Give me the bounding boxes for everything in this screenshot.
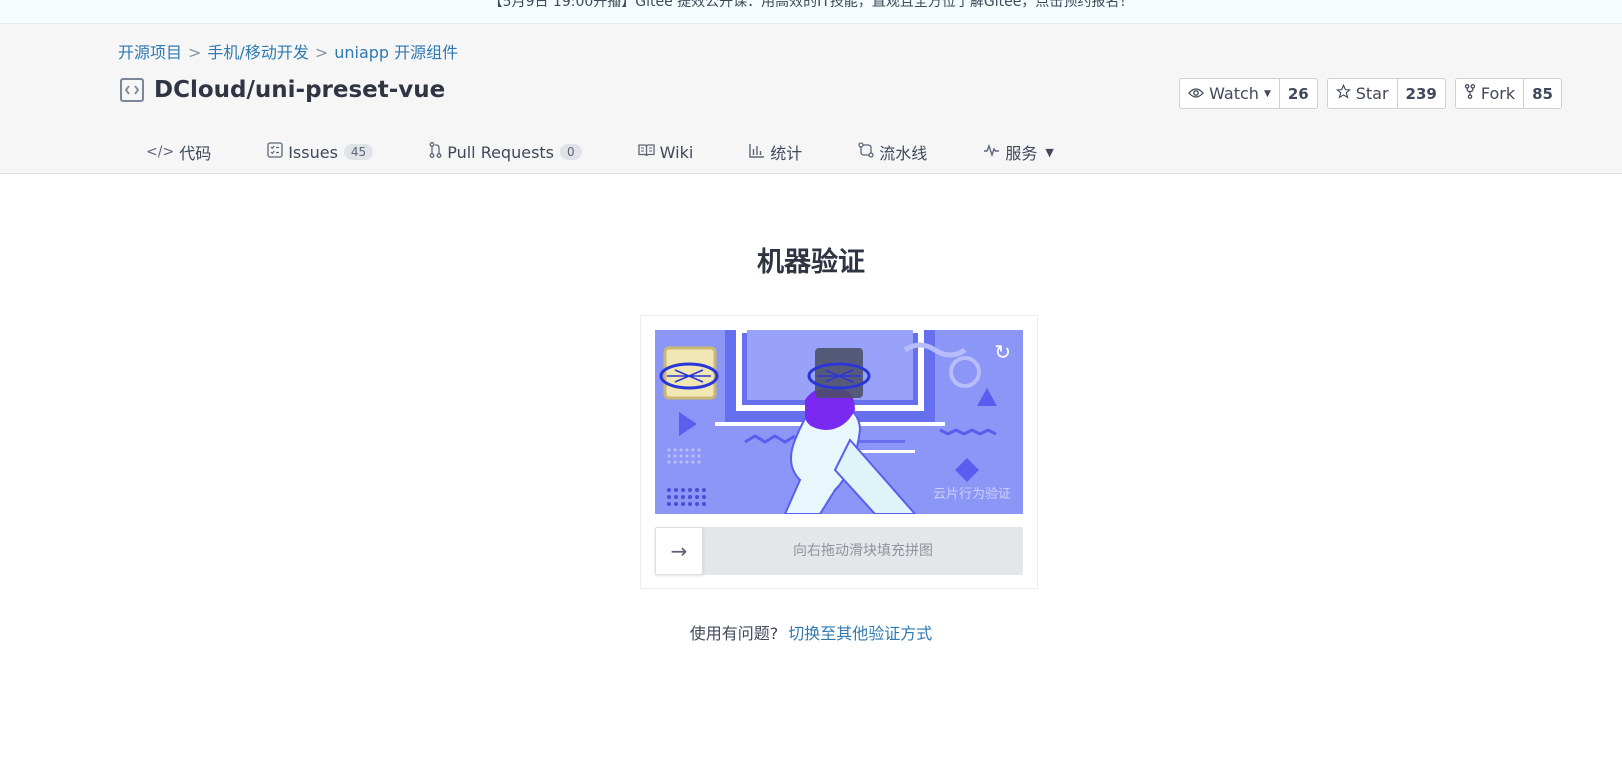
tab-services[interactable]: 服务 ▼ (983, 132, 1054, 172)
eye-icon (1188, 84, 1204, 103)
tab-services-label: 服务 (1005, 144, 1038, 163)
tab-stats[interactable]: 统计 (749, 132, 802, 172)
issues-icon (267, 142, 283, 162)
breadcrumb-separator: > (188, 43, 202, 62)
watch-count[interactable]: 26 (1278, 79, 1317, 108)
repo-name[interactable]: DCloud/uni-preset-vue (154, 77, 445, 103)
fork-button[interactable]: Fork (1456, 79, 1523, 108)
fork-icon (1464, 84, 1476, 103)
tab-pull-requests-label: Pull Requests (447, 142, 555, 162)
breadcrumb-uniapp-components[interactable]: uniapp 开源组件 (334, 43, 458, 62)
captcha-slider-handle[interactable]: → (655, 527, 703, 575)
repo-title: DCloud/uni-preset-vue (120, 77, 445, 103)
tab-wiki-label: Wiki (659, 142, 694, 162)
code-icon: </> (146, 144, 175, 160)
star-button[interactable]: Star (1328, 79, 1397, 108)
issues-count-badge: 45 (343, 144, 374, 160)
tab-pull-requests[interactable]: Pull Requests 0 (429, 132, 582, 172)
chevron-down-icon: ▼ (1263, 88, 1271, 99)
tab-stats-label: 统计 (770, 144, 803, 163)
captcha-watermark: 云片行为验证 (932, 487, 1011, 502)
captcha-slider-track[interactable]: 向右拖动滑块填充拼图 → (655, 527, 1023, 575)
tab-code[interactable]: </> 代码 (146, 132, 211, 172)
tab-code-label: 代码 (179, 144, 212, 163)
repo-tabs: </> 代码 Issues 45 Pull Requests 0 Wiki 统计… (146, 132, 1054, 172)
watch-button[interactable]: Watch ▼ (1180, 79, 1279, 108)
arrow-right-icon: → (670, 539, 688, 563)
slider-hint: 向右拖动滑块填充拼图 (793, 543, 933, 559)
star-button-group: Star 239 (1326, 78, 1446, 109)
tab-issues[interactable]: Issues 45 (267, 132, 374, 172)
pulse-icon (983, 143, 1000, 161)
repo-header: 开源项目 > 手机/移动开发 > uniapp 开源组件 DCloud/uni-pres… (0, 24, 1622, 174)
repo-actions: Watch ▼ 26 Star 239 Fork 85 (1179, 78, 1562, 109)
watch-button-group: Watch ▼ 26 (1179, 78, 1318, 109)
star-count[interactable]: 239 (1396, 79, 1445, 108)
watch-label: Watch (1209, 84, 1259, 103)
star-label: Star (1355, 84, 1389, 103)
captcha-help: 使用有问题? 切换至其他验证方式 (0, 620, 1622, 644)
star-icon (1335, 83, 1351, 103)
pipeline-icon (858, 142, 874, 162)
tab-issues-label: Issues (288, 142, 338, 162)
breadcrumb: 开源项目 > 手机/移动开发 > uniapp 开源组件 (118, 39, 458, 63)
help-text: 使用有问题? (689, 624, 779, 643)
book-icon (638, 143, 655, 161)
captcha-widget: ↻ 云片行为验证 向右拖动滑块填充拼图 → (640, 315, 1038, 589)
fork-label: Fork (1480, 84, 1516, 103)
bar-chart-icon (749, 143, 765, 162)
pull-request-icon (429, 142, 442, 162)
tab-wiki[interactable]: Wiki (638, 132, 694, 172)
chevron-down-icon: ▼ (1045, 145, 1054, 159)
captcha-image: ↻ 云片行为验证 (655, 330, 1023, 514)
banner-text[interactable]: 【5月9日 19:00开播】Gitee 提效公开课：用高效的IT技能，直观且全方… (0, 0, 1622, 11)
tab-pipeline[interactable]: 流水线 (858, 132, 927, 172)
fork-button-group: Fork 85 (1454, 78, 1562, 109)
refresh-icon[interactable]: ↻ (994, 340, 1011, 364)
tab-pipeline-label: 流水线 (879, 144, 928, 163)
code-repo-icon (120, 78, 144, 102)
switch-verification-link[interactable]: 切换至其他验证方式 (788, 624, 932, 643)
pull-requests-count-badge: 0 (560, 144, 582, 160)
page-title: 机器验证 (757, 247, 865, 278)
announcement-banner[interactable]: 【5月9日 19:00开播】Gitee 提效公开课：用高效的IT技能，直观且全方… (0, 0, 1622, 24)
breadcrumb-separator: > (314, 43, 329, 62)
fork-count[interactable]: 85 (1523, 79, 1561, 108)
breadcrumb-mobile-dev[interactable]: 手机/移动开发 (207, 43, 308, 62)
breadcrumb-open-source[interactable]: 开源项目 (118, 43, 182, 62)
